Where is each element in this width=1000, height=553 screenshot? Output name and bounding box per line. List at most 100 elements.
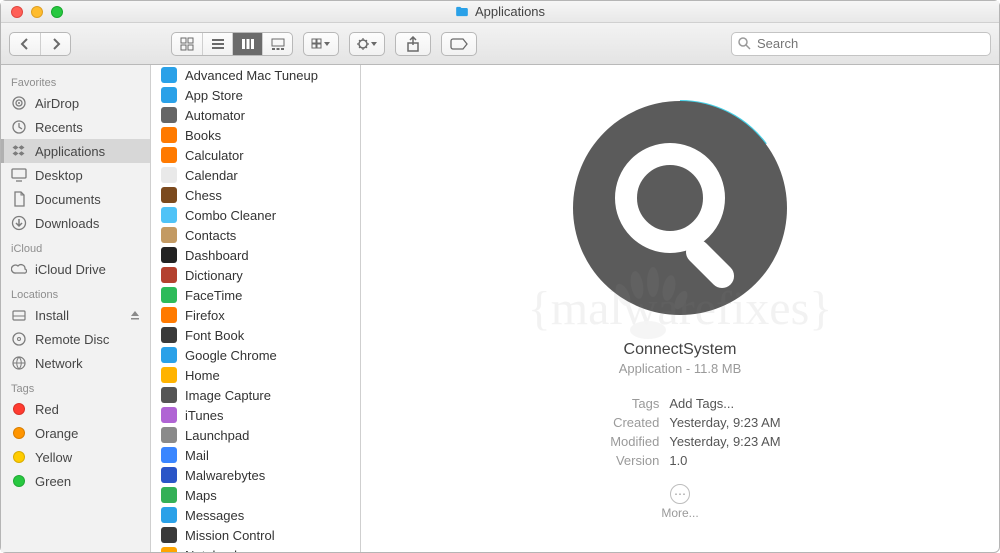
modified-label: Modified [579,434,659,449]
app-icon [161,487,177,503]
file-list[interactable]: Advanced Mac Tuneup App Store Automator Boo… [151,65,361,552]
list-item[interactable]: iTunes [151,405,360,425]
app-icon [161,207,177,223]
app-icon [161,287,177,303]
group-by-button-group [303,32,339,56]
list-item-label: Calculator [185,148,244,163]
sidebar-item-label: Green [35,474,71,489]
list-item-label: App Store [185,88,243,103]
list-item[interactable]: Launchpad [151,425,360,445]
sidebar-item-label: Remote Disc [35,332,109,347]
sidebar-item-desktop[interactable]: Desktop [1,163,150,187]
sidebar-item-remote-disc[interactable]: Remote Disc [1,327,150,351]
sidebar-item-icloud-drive[interactable]: iCloud Drive [1,257,150,281]
list-item[interactable]: Dictionary [151,265,360,285]
created-value: Yesterday, 9:23 AM [669,415,780,430]
action-menu-button[interactable] [350,33,384,55]
sidebar-section-header: Locations [1,281,150,303]
list-item[interactable]: Maps [151,485,360,505]
list-item[interactable]: Mail [151,445,360,465]
sidebar-section-header: Favorites [1,69,150,91]
modified-value: Yesterday, 9:23 AM [669,434,780,449]
list-item-label: Contacts [185,228,236,243]
app-icon [161,227,177,243]
app-icon [161,147,177,163]
app-icon [161,347,177,363]
list-item[interactable]: Notebook [151,545,360,552]
more-button[interactable]: ⋯ More... [661,484,698,520]
sidebar-section-header: Tags [1,375,150,397]
list-item-label: Firefox [185,308,225,323]
list-item[interactable]: Mission Control [151,525,360,545]
list-item[interactable]: Chess [151,185,360,205]
sidebar-item-orange[interactable]: Orange [1,421,150,445]
sidebar-item-downloads[interactable]: Downloads [1,211,150,235]
forward-button[interactable] [40,33,70,55]
sidebar-item-install[interactable]: Install [1,303,150,327]
sidebar-section-header: iCloud [1,235,150,257]
sidebar-item-label: Orange [35,426,78,441]
sidebar-item-documents[interactable]: Documents [1,187,150,211]
icon-view-button[interactable] [172,33,202,55]
sidebar: FavoritesAirDropRecentsApplicationsDeskt… [1,65,151,552]
sidebar-item-label: Downloads [35,216,99,231]
eject-icon[interactable] [130,310,140,320]
list-item[interactable]: Malwarebytes [151,465,360,485]
list-item[interactable]: Messages [151,505,360,525]
list-item[interactable]: Contacts [151,225,360,245]
preview-metadata: Tags Add Tags... Created Yesterday, 9:23… [579,396,780,468]
list-item-label: Google Chrome [185,348,277,363]
list-item[interactable]: Calculator [151,145,360,165]
list-item[interactable]: Font Book [151,325,360,345]
list-item[interactable]: Combo Cleaner [151,205,360,225]
sidebar-item-network[interactable]: Network [1,351,150,375]
preview-name: ConnectSystem [624,341,737,359]
sidebar-item-label: Install [35,308,69,323]
app-icon [161,187,177,203]
list-item[interactable]: Books [151,125,360,145]
list-item-label: Launchpad [185,428,249,443]
back-button[interactable] [10,33,40,55]
list-item[interactable]: Automator [151,105,360,125]
list-item[interactable]: Google Chrome [151,345,360,365]
list-item-label: iTunes [185,408,224,423]
edit-tags-button[interactable] [442,33,476,55]
list-view-button[interactable] [202,33,232,55]
disc-icon [11,331,27,347]
app-icon [161,107,177,123]
list-item-label: Font Book [185,328,244,343]
sidebar-item-green[interactable]: Green [1,469,150,493]
app-icon [161,367,177,383]
list-item[interactable]: Firefox [151,305,360,325]
list-item-label: Combo Cleaner [185,208,276,223]
list-item[interactable]: Advanced Mac Tuneup [151,65,360,85]
add-tags-button[interactable]: Add Tags... [669,396,780,411]
sidebar-item-label: Yellow [35,450,72,465]
list-item[interactable]: Image Capture [151,385,360,405]
sidebar-item-yellow[interactable]: Yellow [1,445,150,469]
toolbar [1,23,999,65]
sidebar-item-airdrop[interactable]: AirDrop [1,91,150,115]
list-item-label: Mission Control [185,528,275,543]
app-grid-icon [11,143,27,159]
app-icon [161,267,177,283]
search-field[interactable] [731,32,991,56]
share-button[interactable] [396,33,430,55]
app-icon [161,247,177,263]
list-item[interactable]: Dashboard [151,245,360,265]
sidebar-item-red[interactable]: Red [1,397,150,421]
list-item-label: Dashboard [185,248,249,263]
search-input[interactable] [757,36,984,51]
list-item-label: Advanced Mac Tuneup [185,68,318,83]
list-item[interactable]: FaceTime [151,285,360,305]
list-item-label: Books [185,128,221,143]
list-item[interactable]: Calendar [151,165,360,185]
sidebar-item-recents[interactable]: Recents [1,115,150,139]
column-view-button[interactable] [232,33,262,55]
list-item[interactable]: App Store [151,85,360,105]
group-by-button[interactable] [304,33,338,55]
list-item[interactable]: Home [151,365,360,385]
sidebar-item-applications[interactable]: Applications [1,139,150,163]
gallery-view-button[interactable] [262,33,292,55]
tag-dot-icon [11,425,27,441]
